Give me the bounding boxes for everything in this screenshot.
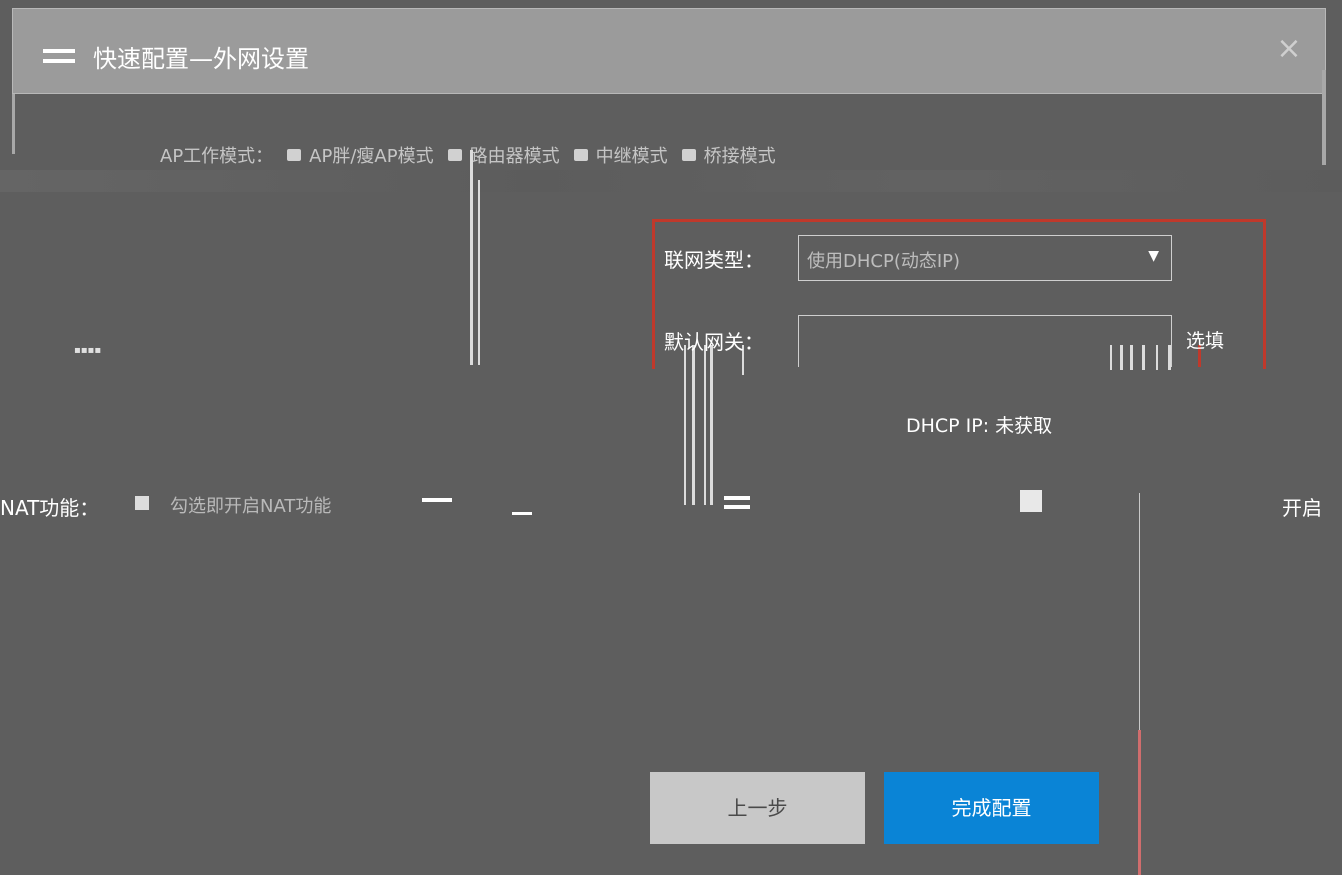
mode-option-bridge[interactable]: 桥接模式	[681, 142, 776, 168]
nat-dash	[422, 498, 452, 502]
dialog-frame: 快速配置—外网设置 × AP工作模式： AP胖/瘦AP模式 路由器模式 中继模式…	[0, 0, 1342, 875]
gateway-optional-hint: 选填	[1186, 330, 1225, 352]
radio-icon[interactable]	[681, 149, 696, 161]
gateway-input[interactable]	[798, 315, 1172, 367]
dhcp-ip-status: DHCP IP: 未获取	[906, 415, 1053, 437]
divider-line	[704, 345, 706, 505]
divider-line	[470, 150, 473, 365]
conn-type-value: 使用DHCP(动态IP)	[807, 251, 961, 272]
dialog-title: 快速配置—外网设置	[93, 45, 309, 73]
mode-option-fat-thin[interactable]: AP胖/瘦AP模式	[287, 142, 434, 168]
mode-option-label: 路由器模式	[469, 146, 560, 167]
vertical-guide-red	[1138, 730, 1141, 875]
nat-description: 勾选即开启NAT功能	[170, 496, 332, 517]
panel-left-edge	[12, 94, 15, 154]
panel-right-edge	[1322, 70, 1326, 165]
chevron-down-icon: ▼	[1148, 248, 1159, 264]
nat-dash	[724, 496, 750, 500]
ap-mode-label: AP工作模式：	[160, 146, 274, 167]
menu-icon-bar-bottom	[43, 59, 75, 63]
conn-type-label: 联网类型：	[664, 248, 764, 272]
mode-option-label: 桥接模式	[703, 146, 776, 167]
radio-icon[interactable]	[287, 149, 302, 161]
close-icon[interactable]: ×	[1275, 34, 1303, 64]
nat-dash	[724, 505, 750, 509]
gateway-label: 默认网关：	[664, 330, 764, 354]
divider-line	[710, 345, 713, 505]
divider-line	[478, 180, 480, 365]
prev-step-button[interactable]: 上一步	[650, 772, 865, 844]
vertical-guide	[1139, 493, 1140, 730]
nat-checkbox[interactable]	[135, 496, 149, 510]
mode-option-label: 中继模式	[595, 146, 668, 167]
radio-icon[interactable]	[447, 149, 462, 161]
ap-mode-row: AP工作模式： AP胖/瘦AP模式 路由器模式 中继模式 桥接模式	[160, 143, 776, 167]
title-bar: 快速配置—外网设置 ×	[12, 8, 1326, 94]
mode-option-repeater[interactable]: 中继模式	[573, 142, 668, 168]
divider-line	[692, 345, 695, 505]
nat-enable-label: 开启	[1282, 496, 1322, 520]
nat-enable-checkbox[interactable]	[1020, 490, 1042, 512]
menu-icon[interactable]	[43, 49, 75, 63]
conn-type-select[interactable]: 使用DHCP(动态IP) ▼	[798, 235, 1172, 281]
left-artifact-text: ▪▪▪▪	[74, 345, 102, 356]
mode-option-router[interactable]: 路由器模式	[447, 142, 560, 168]
nat-label: NAT功能：	[0, 496, 100, 520]
menu-icon-bar-top	[43, 49, 75, 53]
render-glitch-band	[0, 170, 1342, 192]
mode-option-label: AP胖/瘦AP模式	[309, 146, 434, 167]
divider-line	[684, 345, 686, 505]
finish-config-button[interactable]: 完成配置	[884, 772, 1099, 844]
radio-icon[interactable]	[573, 149, 588, 161]
nat-dash	[512, 512, 532, 515]
